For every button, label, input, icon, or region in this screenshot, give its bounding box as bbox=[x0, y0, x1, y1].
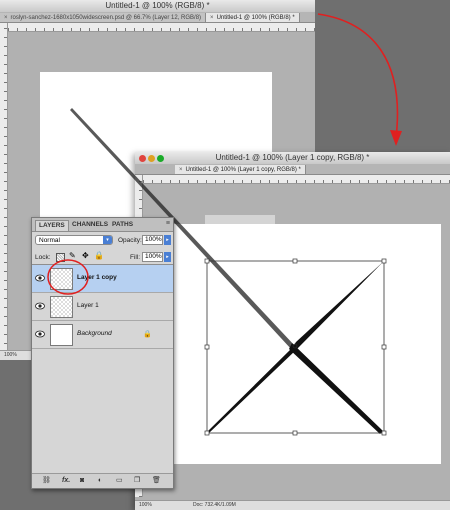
zoom-level[interactable]: 100% bbox=[0, 352, 17, 358]
layers-panel-tabs: LAYERS CHANNELS PATHS ≡ bbox=[32, 218, 173, 232]
layer-name[interactable]: Layer 1 bbox=[77, 302, 99, 309]
lock-position-icon[interactable]: ✥ bbox=[82, 251, 89, 260]
lock-icon: 🔒 bbox=[143, 331, 152, 338]
chevron-down-icon: ▾ bbox=[103, 236, 112, 244]
annotation-arrow bbox=[317, 13, 399, 139]
layer-name[interactable]: Layer 1 copy bbox=[77, 274, 117, 281]
layer-row[interactable]: Background 🔒 bbox=[32, 321, 173, 349]
fill-field[interactable]: 100% bbox=[142, 252, 163, 262]
opacity-label: Opacity: bbox=[118, 237, 142, 244]
layer-thumbnail[interactable] bbox=[50, 324, 73, 346]
eye-icon[interactable] bbox=[35, 301, 45, 311]
group-icon[interactable]: ▭ bbox=[116, 476, 123, 486]
opacity-slider-arrow-icon[interactable]: ▸ bbox=[164, 235, 171, 245]
back-window-tabbar: × roslyn-sanchez-1680x1050widescreen.psd … bbox=[0, 12, 315, 23]
tab-layers[interactable]: LAYERS bbox=[35, 220, 69, 231]
lock-label: Lock: bbox=[35, 254, 51, 261]
eye-icon[interactable] bbox=[35, 329, 45, 339]
close-icon[interactable]: × bbox=[179, 167, 183, 173]
fx-icon[interactable]: fx. bbox=[62, 476, 70, 486]
document-tab-label: roslyn-sanchez-1680x1050widescreen.psd @… bbox=[10, 15, 202, 21]
fill-label: Fill: bbox=[130, 254, 141, 261]
adjustment-icon[interactable]: ◐ bbox=[98, 476, 102, 486]
zoom-window-icon[interactable] bbox=[157, 155, 164, 162]
new-layer-icon[interactable]: ❐ bbox=[134, 476, 140, 486]
vertical-ruler bbox=[0, 23, 8, 353]
horizontal-ruler bbox=[143, 175, 450, 184]
layer-thumbnail[interactable] bbox=[50, 296, 73, 318]
lock-all-icon[interactable]: 🔒 bbox=[94, 251, 104, 260]
eye-icon[interactable] bbox=[35, 273, 45, 283]
document-tab-label: Untitled-1 @ 100% (Layer 1 copy, RGB/8) … bbox=[185, 167, 301, 173]
close-window-icon[interactable] bbox=[139, 155, 146, 162]
layer-row[interactable]: Layer 1 bbox=[32, 293, 173, 321]
document-tab-active[interactable]: × Untitled-1 @ 100% (RGB/8) * bbox=[206, 13, 300, 22]
annotation-arrowhead bbox=[390, 130, 402, 146]
layer-thumbnail[interactable] bbox=[50, 268, 73, 290]
layer-row[interactable]: Layer 1 copy bbox=[32, 265, 173, 293]
link-icon[interactable]: ⛓ bbox=[42, 476, 51, 486]
ghost-canvas-overlay bbox=[205, 215, 275, 295]
trash-icon[interactable]: 🗑 bbox=[152, 476, 161, 486]
back-window-title: Untitled-1 @ 100% (RGB/8) * bbox=[105, 1, 210, 10]
opacity-value: 100% bbox=[145, 236, 162, 243]
layers-panel: LAYERS CHANNELS PATHS ≡ Normal ▾ Opacity… bbox=[31, 217, 174, 489]
front-window-tabbar: × Untitled-1 @ 100% (Layer 1 copy, RGB/8)… bbox=[135, 164, 450, 175]
document-tab-label: Untitled-1 @ 100% (RGB/8) * bbox=[216, 15, 295, 21]
fill-value: 100% bbox=[145, 253, 162, 260]
opacity-field[interactable]: 100% bbox=[142, 235, 163, 245]
blend-mode-value: Normal bbox=[39, 237, 60, 244]
blend-mode-select[interactable]: Normal ▾ bbox=[35, 235, 113, 245]
document-tab-active[interactable]: × Untitled-1 @ 100% (Layer 1 copy, RGB/8)… bbox=[175, 165, 306, 174]
tab-paths[interactable]: PATHS bbox=[109, 220, 136, 230]
layers-list: Layer 1 copy Layer 1 Background 🔒 bbox=[32, 264, 173, 349]
panel-menu-icon[interactable]: ≡ bbox=[166, 220, 170, 227]
layers-panel-footer: ⛓ fx. ◙ ◐ ▭ ❐ 🗑 bbox=[32, 473, 173, 488]
front-document-window: Untitled-1 @ 100% (Layer 1 copy, RGB/8) … bbox=[135, 152, 450, 510]
fill-slider-arrow-icon[interactable]: ▸ bbox=[164, 252, 171, 262]
close-icon[interactable]: × bbox=[4, 15, 8, 21]
minimize-window-icon[interactable] bbox=[148, 155, 155, 162]
layer-name[interactable]: Background bbox=[77, 330, 112, 337]
zoom-level[interactable]: 100% bbox=[135, 502, 152, 508]
document-tab[interactable]: × roslyn-sanchez-1680x1050widescreen.psd … bbox=[0, 13, 207, 22]
lock-transparent-icon[interactable] bbox=[56, 253, 65, 262]
close-icon[interactable]: × bbox=[210, 15, 214, 21]
front-window-title: Untitled-1 @ 100% (Layer 1 copy, RGB/8) … bbox=[215, 153, 370, 162]
mask-icon[interactable]: ◙ bbox=[80, 476, 84, 486]
horizontal-ruler bbox=[8, 23, 315, 32]
tab-channels[interactable]: CHANNELS bbox=[69, 220, 111, 230]
lock-image-icon[interactable]: ✎ bbox=[69, 251, 76, 260]
